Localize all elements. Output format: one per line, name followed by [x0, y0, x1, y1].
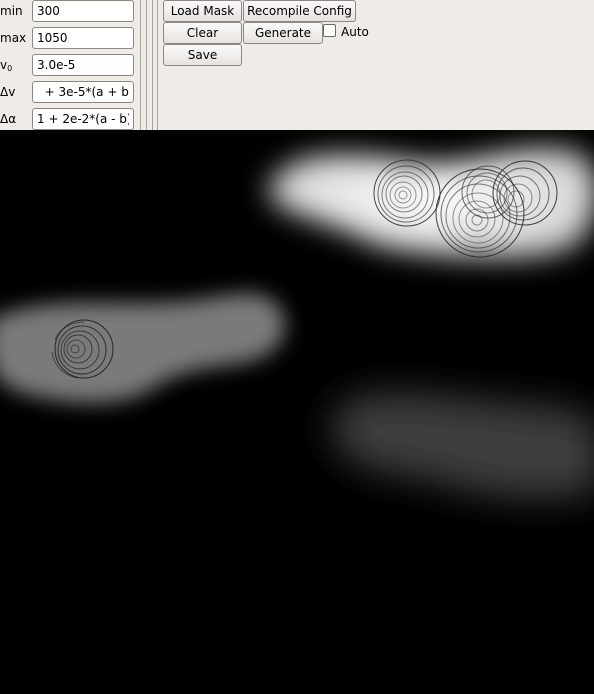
auto-checkbox[interactable] — [323, 24, 336, 37]
load-mask-button[interactable]: Load Mask — [163, 0, 242, 22]
v0-input[interactable] — [32, 54, 134, 76]
delta-alpha-input[interactable] — [32, 108, 134, 130]
min-input[interactable] — [32, 0, 134, 22]
param-row-delta-alpha: Δα — [0, 108, 136, 130]
recompile-config-button[interactable]: Recompile Config — [243, 0, 356, 22]
drawing-canvas[interactable] — [0, 130, 594, 694]
param-label-delta-alpha: Δα — [0, 112, 17, 126]
splitter-line — [157, 0, 158, 130]
splitter-line — [152, 0, 153, 130]
gray-mask-region — [0, 293, 286, 403]
param-label-max: max — [0, 31, 27, 45]
splitter-line — [140, 0, 141, 130]
param-row-v0: v0 — [0, 54, 136, 76]
param-label-v0-subscript: 0 — [7, 64, 13, 73]
mask-render — [0, 147, 594, 498]
dark-mask-region — [332, 393, 594, 498]
param-label-min: min — [0, 4, 23, 18]
auto-label: Auto — [341, 25, 369, 39]
control-panel: min max v0 Δv Δα Load Mask Recompile Con… — [0, 0, 594, 130]
param-row-delta-v: Δv — [0, 81, 136, 103]
max-input[interactable] — [32, 27, 134, 49]
param-row-max: max — [0, 27, 136, 49]
bright-mask-region — [268, 147, 594, 259]
param-label-v0: v0 — [0, 58, 13, 73]
generate-button[interactable]: Generate — [243, 22, 323, 44]
param-row-min: min — [0, 0, 136, 22]
param-label-delta-v: Δv — [0, 85, 16, 99]
delta-v-input[interactable] — [32, 81, 134, 103]
splitter-line — [146, 0, 147, 130]
clear-button[interactable]: Clear — [163, 22, 242, 44]
save-button[interactable]: Save — [163, 44, 242, 66]
